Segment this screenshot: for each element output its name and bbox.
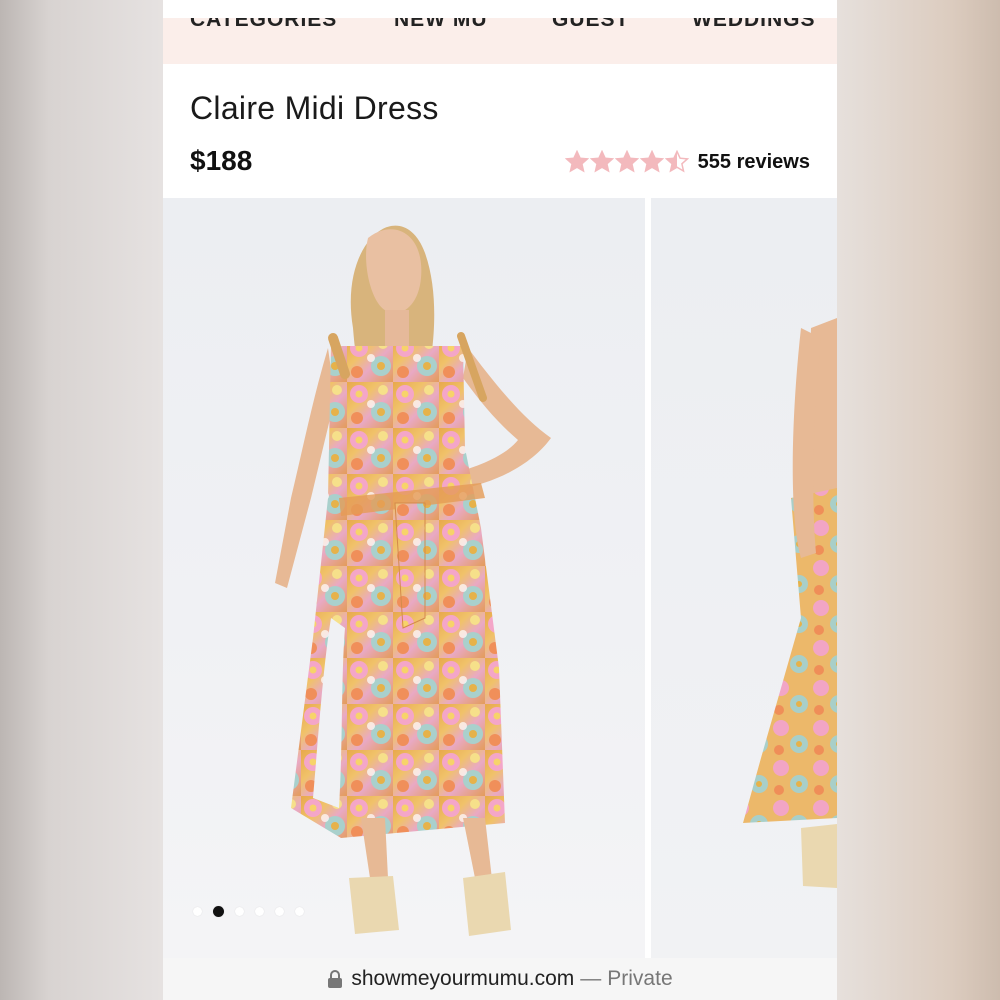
product-photo-front[interactable] bbox=[163, 198, 645, 958]
product-price: $188 bbox=[190, 145, 253, 176]
star-rating bbox=[564, 150, 690, 174]
model-side-illustration bbox=[743, 318, 837, 888]
url-separator: — bbox=[580, 967, 602, 990]
blurred-backdrop-left bbox=[0, 0, 163, 1000]
carousel-dot[interactable] bbox=[193, 907, 202, 916]
phone-screen: CATEGORIES NEW MU GUEST WEDDINGS Claire … bbox=[163, 0, 837, 1000]
private-mode-label: Private bbox=[607, 967, 673, 990]
category-nav: CATEGORIES NEW MU GUEST WEDDINGS bbox=[163, 0, 837, 64]
product-photo-side-preview[interactable] bbox=[651, 198, 837, 958]
carousel-dot-active[interactable] bbox=[213, 906, 224, 917]
star-icon bbox=[564, 150, 589, 173]
carousel-dot[interactable] bbox=[235, 907, 244, 916]
model-front-illustration bbox=[275, 225, 551, 936]
nav-scroll-mask bbox=[163, 0, 837, 18]
review-count-link[interactable]: 555 reviews bbox=[698, 151, 810, 174]
url-domain: showmeyourmumu.com bbox=[351, 967, 575, 990]
carousel-pagination[interactable] bbox=[193, 906, 315, 917]
star-icon bbox=[614, 150, 639, 173]
carousel-dot[interactable] bbox=[275, 907, 284, 916]
carousel-dot[interactable] bbox=[295, 907, 304, 916]
lock-icon bbox=[328, 970, 343, 988]
product-image-carousel[interactable] bbox=[163, 198, 837, 958]
star-icon bbox=[664, 150, 689, 173]
star-icon bbox=[639, 150, 664, 173]
product-title: Claire Midi Dress bbox=[190, 90, 439, 126]
rating-summary[interactable]: 555 reviews bbox=[564, 148, 810, 176]
star-icon bbox=[589, 150, 614, 173]
carousel-dot[interactable] bbox=[255, 907, 264, 916]
blurred-backdrop-right bbox=[837, 0, 1000, 1000]
browser-url-bar[interactable]: showmeyourmumu.com — Private bbox=[163, 958, 837, 1000]
